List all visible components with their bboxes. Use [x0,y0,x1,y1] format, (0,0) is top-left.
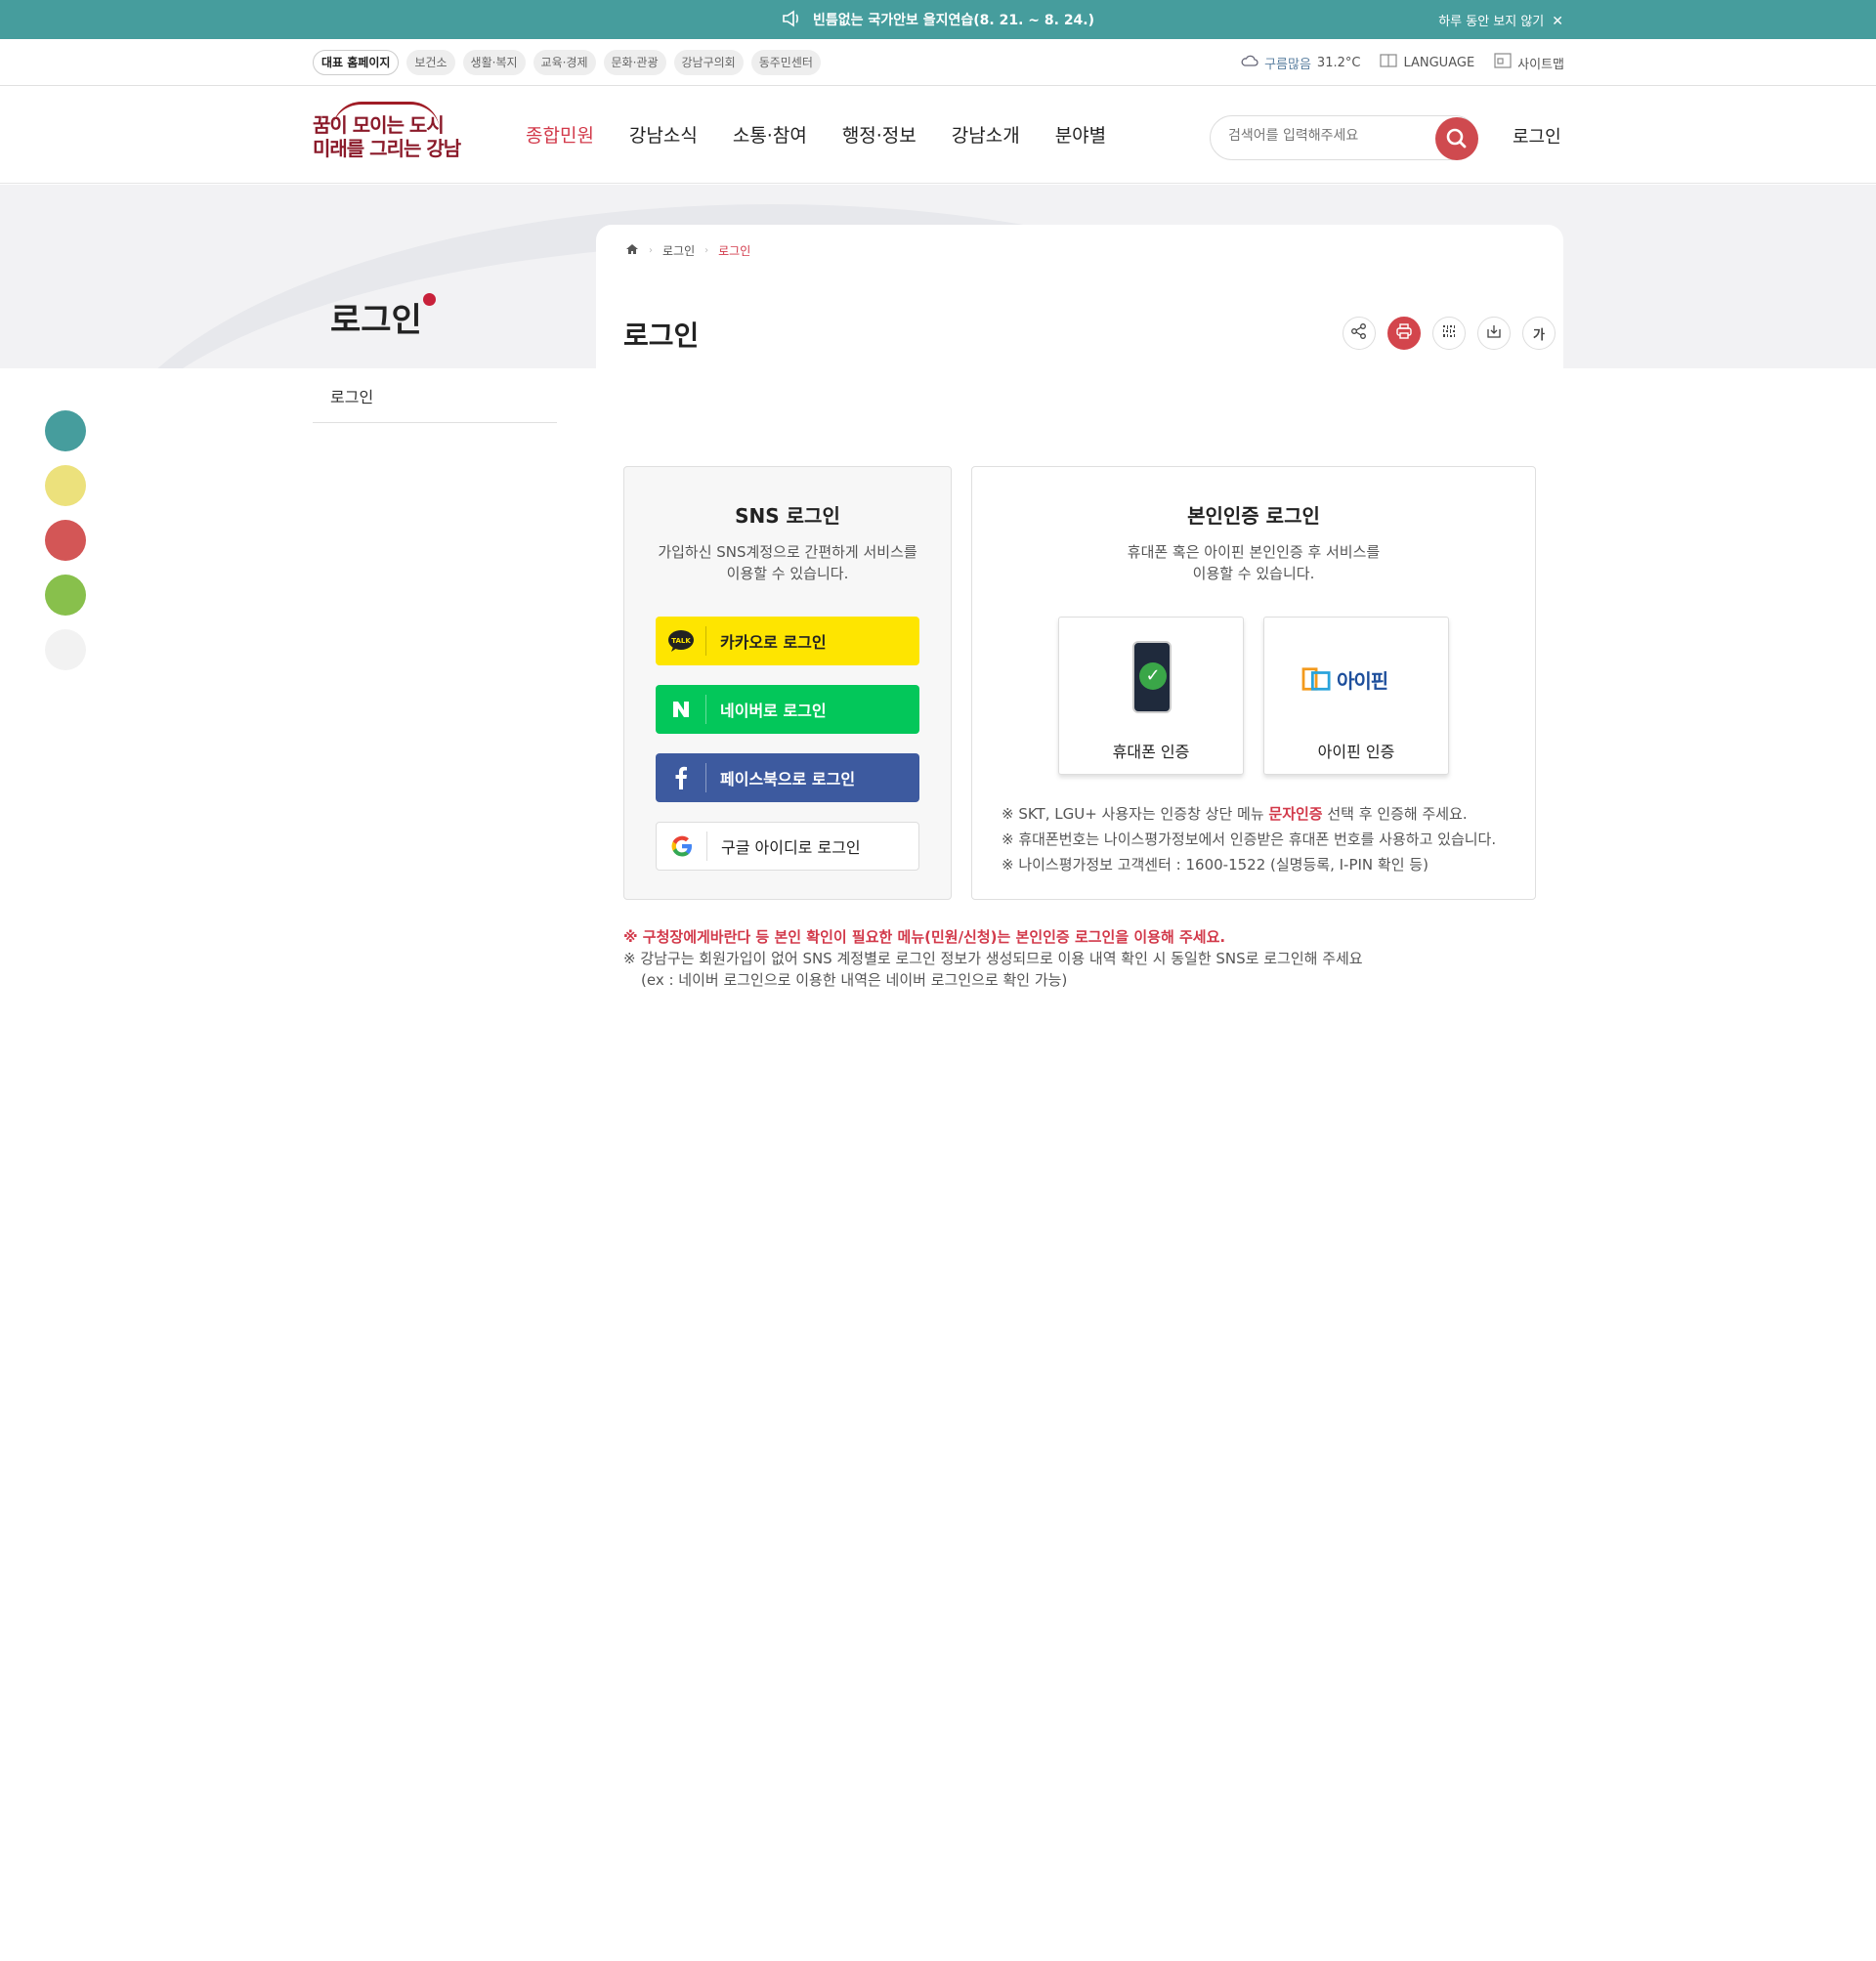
identity-login-title: 본인인증 로그인 [1187,504,1320,528]
globe-book-icon [1380,53,1398,72]
identity-note-3: ※ 나이스평가정보 고객센터 : 1600-1522 (실명등록, I-PIN … [1002,856,1428,874]
notice-banner: 빈틈없는 국가안보 을지연습(8. 21. ~ 8. 24.) 하루 동안 보지… [0,0,1876,39]
sitemap-icon [1494,53,1512,72]
site-link-welfare[interactable]: 생활·복지 [462,50,526,75]
cloud-icon [1241,55,1258,70]
share-icon [1350,322,1368,344]
share-button[interactable] [1343,317,1376,350]
breadcrumb-separator: › [704,245,709,256]
search-button[interactable] [1435,117,1478,160]
logo-arc [332,102,440,131]
search-box [1210,115,1478,160]
logo-line2: 미래를 그리는 강남 [313,137,461,160]
ipin-auth-button[interactable]: 아이핀 아이핀 인증 [1263,617,1449,775]
ipin-logo-text: 아이핀 [1337,668,1388,693]
qr-code-button[interactable] [1432,317,1466,350]
nav-item-participation[interactable]: 소통·참여 [733,121,807,148]
search-icon [1435,128,1478,164]
site-logo[interactable]: 꿈이 모이는 도시 미래를 그리는 강남 [313,102,461,164]
content-header: › 로그인 › 로그인 로그인 가 [596,225,1563,368]
facebook-icon [656,763,706,792]
sns-login-description: 가입하신 SNS계정으로 간편하게 서비스를 이용할 수 있습니다. [658,543,917,582]
color-theme-teal[interactable] [45,410,86,451]
header-login-link[interactable]: 로그인 [1513,123,1561,149]
identity-note-2: ※ 휴대폰번호는 나이스평가정보에서 인증받은 휴대폰 번호를 사용하고 있습니… [1002,831,1497,848]
title-dot [422,293,436,306]
identity-login-description: 휴대폰 혹은 아이핀 본인인증 후 서비스를 이용할 수 있습니다. [1127,543,1381,582]
identity-notes: ※ SKT, LGU+ 사용자는 인증창 상단 메뉴 문자인증 선택 후 인증해… [1002,801,1496,877]
ipin-auth-label: 아이핀 인증 [1317,743,1395,761]
color-theme-red[interactable] [45,520,86,561]
kakao-login-button[interactable]: TALK 카카오로 로그인 [656,617,919,665]
site-link-education[interactable]: 교육·경제 [533,50,596,75]
page-tools: 가 [1343,317,1556,350]
color-theme-yellow[interactable] [45,465,86,506]
site-link-health[interactable]: 보건소 [406,50,455,75]
identity-login-panel: 본인인증 로그인 휴대폰 혹은 아이핀 본인인증 후 서비스를 이용할 수 있습… [971,466,1536,900]
site-link-main[interactable]: 대표 홈페이지 [313,50,400,75]
notice-dismiss-button[interactable]: 하루 동안 보지 않기 ✕ [1438,11,1563,29]
qr-code-icon [1440,322,1458,344]
sns-login-panel: SNS 로그인 가입하신 SNS계정으로 간편하게 서비스를 이용할 수 있습니… [623,466,952,900]
sitemap-button[interactable]: 사이트맵 [1494,53,1564,72]
home-icon[interactable] [625,243,639,258]
site-link-council[interactable]: 강남구의회 [673,50,744,75]
notice-message[interactable]: 빈틈없는 국가안보 을지연습(8. 21. ~ 8. 24.) [0,10,1876,31]
phone-auth-label: 휴대폰 인증 [1112,743,1190,761]
sidebar-item-login[interactable]: 로그인 [313,384,557,423]
naver-login-button[interactable]: 네이버로 로그인 [656,685,919,734]
site-link-culture[interactable]: 문화·관광 [603,50,666,75]
nav-item-administration[interactable]: 행정·정보 [842,121,917,148]
site-links: 대표 홈페이지 보건소 생활·복지 교육·경제 문화·관광 강남구의회 동주민센… [313,50,821,75]
ipin-logo-icon: 아이핀 [1301,662,1414,696]
google-icon [657,831,707,861]
facebook-login-button[interactable]: 페이스북으로 로그인 [656,753,919,802]
smartphone-check-icon: ✓ [1132,641,1172,713]
kakao-talk-icon-text: TALK [671,637,691,645]
close-icon: ✕ [1552,14,1563,29]
utility-bar: 대표 홈페이지 보건소 생활·복지 교육·경제 문화·관광 강남구의회 동주민센… [0,39,1876,86]
identity-note-1: ※ SKT, LGU+ 사용자는 인증창 상단 메뉴 문자인증 선택 후 인증해… [1002,805,1468,823]
google-login-button[interactable]: 구글 아이디로 로그인 [656,822,919,871]
login-note-sns-account: ※ 강남구는 회원가입이 없어 SNS 계정별로 로그인 정보가 생성되므로 이… [623,950,1363,967]
login-note-required-auth: ※ 구청장에게바란다 등 본인 확인이 필요한 메뉴(민원/신청)는 본인인증 … [623,928,1226,946]
nav-item-about[interactable]: 강남소개 [952,121,1020,148]
page-title: 로그인 [623,320,700,352]
weather-label: 구름많음 [1264,57,1311,72]
megaphone-icon [782,10,801,31]
side-title: 로그인 [330,293,436,341]
kakao-talk-icon: TALK [656,626,706,656]
color-theme-picker [45,410,86,670]
sns-login-title: SNS 로그인 [735,504,840,528]
weather-widget: 구름많음 31.2°C [1241,54,1360,72]
breadcrumb-item-1[interactable]: 로그인 [662,242,695,259]
login-note-example: (ex : 네이버 로그인으로 이용한 내역은 네이버 로그인으로 확인 가능) [641,971,1068,989]
naver-icon [656,695,706,724]
print-button[interactable] [1387,317,1421,350]
login-notes: ※ 구청장에게바란다 등 본인 확인이 필요한 메뉴(민원/신청)는 본인인증 … [623,926,1363,991]
language-button[interactable]: LANGUAGE [1380,53,1474,72]
nav-item-by-field[interactable]: 분야별 [1055,121,1106,148]
search-input[interactable] [1228,128,1424,144]
header: 꿈이 모이는 도시 미래를 그리는 강남 종합민원 강남소식 소통·참여 행정·… [0,86,1876,184]
download-button[interactable] [1477,317,1511,350]
breadcrumb: › 로그인 › 로그인 [625,242,750,259]
breadcrumb-current: 로그인 [718,244,751,258]
color-theme-green[interactable] [45,575,86,616]
color-theme-light[interactable] [45,629,86,670]
breadcrumb-separator: › [649,245,653,256]
nav-item-civil-service[interactable]: 종합민원 [526,121,594,148]
font-size-button[interactable]: 가 [1522,317,1556,350]
nav-item-news[interactable]: 강남소식 [629,121,698,148]
temperature: 31.2°C [1316,55,1361,70]
phone-auth-button[interactable]: ✓ 휴대폰 인증 [1058,617,1244,775]
main-nav: 종합민원 강남소식 소통·참여 행정·정보 강남소개 분야별 [526,121,1106,148]
site-link-community-center[interactable]: 동주민센터 [750,50,821,75]
download-icon [1485,322,1503,344]
printer-icon [1395,322,1413,344]
